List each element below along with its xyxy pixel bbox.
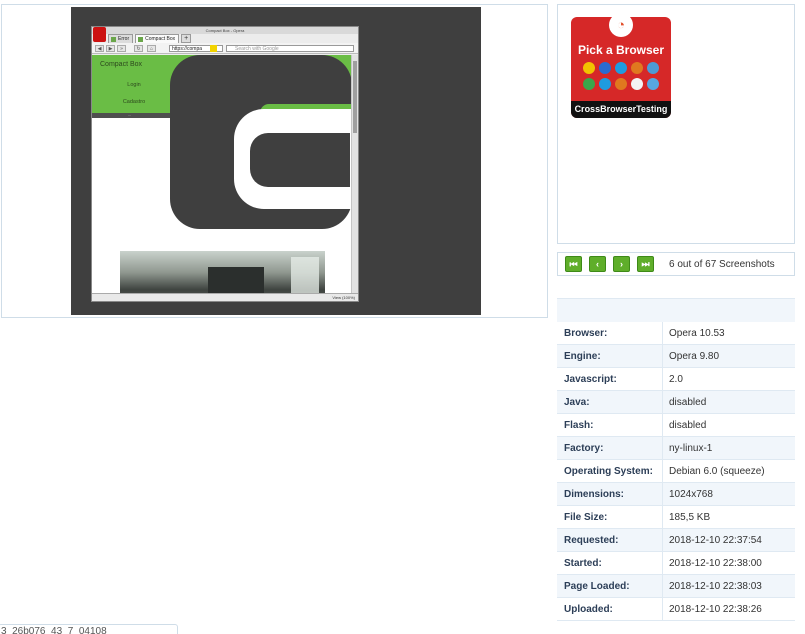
lock-icon [210, 45, 217, 52]
next-page-icon: › [620, 259, 623, 269]
table-row: Page Loaded: 2018-12-10 22:38:03 [557, 575, 795, 598]
captured-nav-bar: ◀ ▶ » ↻ ⌂ https://compa Search with Goog… [92, 43, 358, 54]
detail-key: Page Loaded: [557, 575, 663, 597]
captured-zoom-label: View (100%) [332, 295, 355, 300]
last-page-icon: ⏭ [641, 259, 650, 269]
table-row: File Size: 185,5 KB [557, 506, 795, 529]
last-page-button[interactable]: ⏭ [637, 256, 654, 272]
browser-icons-grid [583, 62, 661, 90]
opera-menu-icon [93, 27, 106, 42]
promo-footer: CrossBrowserTesting [571, 101, 671, 118]
detail-value: 2018-12-10 22:38:03 [669, 581, 762, 592]
detail-key: Engine: [557, 345, 663, 367]
ie-icon [599, 78, 611, 90]
server-room-photo [120, 251, 325, 295]
table-row: Uploaded: 2018-12-10 22:38:26 [557, 598, 795, 621]
safari-icon [631, 62, 643, 74]
table-row: Operating System: Debian 6.0 (squeeze) [557, 460, 795, 483]
detail-key: Operating System: [557, 460, 663, 482]
detail-value: Opera 9.80 [669, 351, 720, 362]
new-tab-icon: + [181, 34, 192, 43]
pick-a-browser-banner[interactable]: ◔ Pick a Browser CrossBrowserTesting [571, 17, 671, 118]
home-icon: ⌂ [147, 45, 156, 52]
ie-icon [615, 62, 627, 74]
captured-scrollbar [351, 55, 358, 295]
captured-search-field: Search with Google [226, 45, 354, 52]
table-row: Started: 2018-12-10 22:38:00 [557, 552, 795, 575]
detail-value: 1024x768 [669, 489, 713, 500]
screenshot-id-field[interactable]: 3_26b076_43_7_04108 [0, 624, 178, 634]
chrome-icon [583, 78, 595, 90]
captured-window-title: Compact Box - Opera [92, 27, 358, 34]
screenshot-pager: ⏮ ‹ › ⏭ 6 out of 67 Screenshots [557, 252, 795, 276]
detail-key: File Size: [557, 506, 663, 528]
detail-value: 2018-12-10 22:38:00 [669, 558, 762, 569]
forward-icon: ▶ [106, 45, 115, 52]
screenshot-preview-frame: Compact Box - Opera Error Compact Box + … [1, 4, 548, 318]
site-menu-cadastro: Cadastro [122, 99, 146, 105]
detail-value: 2018-12-10 22:37:54 [669, 535, 762, 546]
table-row: Engine: Opera 9.80 [557, 345, 795, 368]
table-row: Javascript: 2.0 [557, 368, 795, 391]
detail-value: disabled [669, 397, 707, 408]
first-page-button[interactable]: ⏮ [565, 256, 582, 272]
captured-tab-bar: Error Compact Box + [108, 34, 192, 43]
chrome-icon [583, 62, 595, 74]
firefox-icon [599, 62, 611, 74]
captured-status-bar: View (100%) [92, 293, 358, 301]
promo-panel: ◔ Pick a Browser CrossBrowserTesting [557, 4, 795, 244]
site-menu-login: Login [127, 82, 141, 88]
detail-key: Requested: [557, 529, 663, 551]
detail-value: ny-linux-1 [669, 443, 713, 454]
details-header [557, 298, 795, 322]
detail-value: 2.0 [669, 374, 683, 385]
detail-value: Opera 10.53 [669, 328, 725, 339]
safari-icon [647, 78, 659, 90]
captured-browser-window: Compact Box - Opera Error Compact Box + … [91, 26, 359, 302]
prev-page-icon: ‹ [596, 259, 599, 269]
detail-key: Flash: [557, 414, 663, 436]
firefox-icon [615, 78, 627, 90]
detail-key: Javascript: [557, 368, 663, 390]
detail-key: Factory: [557, 437, 663, 459]
captured-tab-compact-box: Compact Box [135, 34, 180, 43]
opera-icon [631, 78, 643, 90]
crossbrowsertesting-logo-icon: ◔ [609, 17, 633, 37]
next-page-button[interactable]: › [613, 256, 630, 272]
table-row: Requested: 2018-12-10 22:37:54 [557, 529, 795, 552]
captured-page: Compact Box Login Cadastro --- [92, 55, 352, 295]
first-page-icon: ⏮ [569, 259, 578, 269]
detail-value: disabled [669, 420, 707, 431]
detail-value: 2018-12-10 22:38:26 [669, 604, 762, 615]
table-row: Dimensions: 1024x768 [557, 483, 795, 506]
reload-icon: ↻ [134, 45, 143, 52]
table-row: Java: disabled [557, 391, 795, 414]
detail-value: 185,5 KB [669, 512, 711, 523]
opera-icon [647, 62, 659, 74]
detail-key: Browser: [557, 322, 663, 344]
table-row: Factory: ny-linux-1 [557, 437, 795, 460]
detail-key: Uploaded: [557, 598, 663, 620]
screenshot-image[interactable]: Compact Box - Opera Error Compact Box + … [71, 7, 481, 315]
captured-tab-error: Error [108, 34, 134, 43]
logo-c-hole [250, 133, 350, 187]
pager-status: 6 out of 67 Screenshots [669, 259, 775, 270]
detail-key: Dimensions: [557, 483, 663, 505]
site-name: Compact Box [100, 61, 143, 68]
screenshot-details-table: Browser: Opera 10.53 Engine: Opera 9.80 Ja… [557, 298, 795, 621]
table-row: Browser: Opera 10.53 [557, 322, 795, 345]
fast-forward-icon: » [117, 45, 126, 52]
table-row: Flash: disabled [557, 414, 795, 437]
detail-key: Java: [557, 391, 663, 413]
promo-title: Pick a Browser [577, 43, 665, 57]
detail-value: Debian 6.0 (squeeze) [669, 466, 765, 477]
prev-page-button[interactable]: ‹ [589, 256, 606, 272]
back-icon: ◀ [95, 45, 104, 52]
detail-key: Started: [557, 552, 663, 574]
